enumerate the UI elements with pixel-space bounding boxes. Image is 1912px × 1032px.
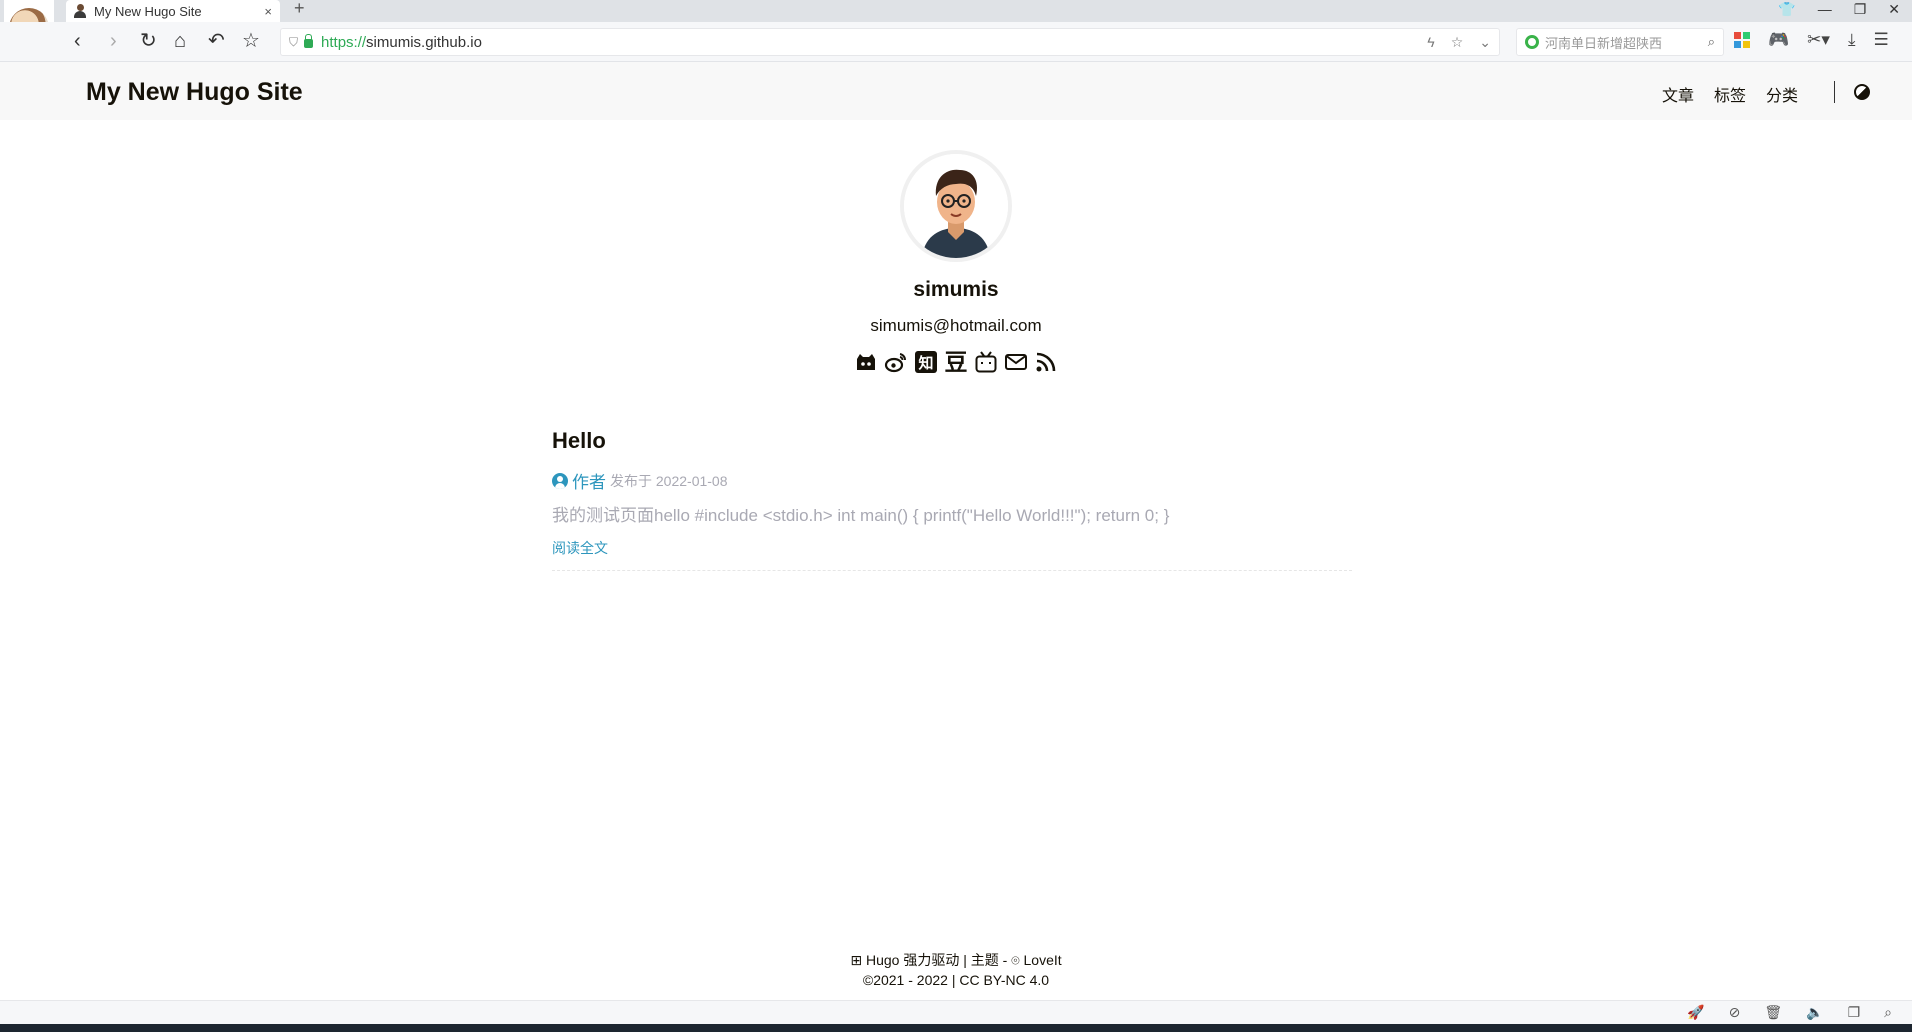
skin-icon[interactable]: 👕 [1778, 1, 1795, 18]
site-footer: ⊞ Hugo 强力驱动 | 主题 - ⌾ LoveIt ©2021 - 2022… [0, 950, 1912, 990]
browser-tabstrip: My New Hugo Site × + 👕 — ❐ ✕ [0, 0, 1912, 56]
accelerate-icon[interactable]: ⊘ [1729, 1004, 1741, 1021]
chevron-down-icon[interactable]: ⌄ [1479, 34, 1491, 51]
forward-button[interactable]: › [110, 30, 117, 52]
url-protocol: https:// [321, 33, 367, 51]
footer-copyright-line: ©2021 - 2022 | CC BY-NC 4.0 [0, 970, 1912, 990]
menu-item-posts[interactable]: 文章 [1662, 82, 1694, 106]
douban-icon[interactable]: 豆 [944, 350, 968, 374]
menu-divider [1834, 81, 1835, 103]
browser-tab-active[interactable]: My New Hugo Site × [66, 0, 280, 22]
theme-switch-icon[interactable] [1854, 84, 1870, 100]
download-icon[interactable]: ⤓ [1848, 30, 1856, 50]
weibo-icon[interactable] [884, 350, 908, 374]
apps-grid-icon[interactable] [1734, 32, 1750, 48]
zhihu-icon[interactable]: 知 [914, 350, 938, 374]
theme-prefix: 主题 - [970, 952, 1008, 968]
post-title[interactable]: Hello [552, 428, 1352, 454]
site-menu: 文章 标签 分类 [1662, 82, 1798, 106]
post-summary-text: 我的测试页面hello #include <stdio.h> int main(… [552, 506, 1170, 525]
search-input[interactable]: 河南单日新增超陕西 ⌕ [1516, 28, 1724, 56]
bookmark-star-button[interactable]: ☆ [242, 30, 260, 52]
menu-item-tags[interactable]: 标签 [1714, 82, 1746, 106]
close-window-button[interactable]: ✕ [1888, 1, 1900, 18]
game-icon[interactable]: 🎮 [1768, 30, 1789, 50]
copyright-years: 2021 - 2022 [873, 972, 948, 988]
douban-glyph: 豆 [944, 349, 968, 375]
author-link[interactable]: 作者 [552, 468, 606, 493]
address-tools: ϟ ☆ ⌄ [1427, 34, 1491, 51]
rocket-icon[interactable]: 🚀 [1687, 1004, 1704, 1021]
minimize-button[interactable]: — [1818, 1, 1832, 17]
avatar [900, 150, 1012, 262]
menu-item-categories[interactable]: 分类 [1766, 82, 1798, 106]
copyright-icon: © [862, 972, 874, 988]
site-title[interactable]: My New Hugo Site [86, 78, 303, 107]
zhihu-glyph: 知 [915, 351, 937, 373]
undo-close-button[interactable]: ↶ [208, 30, 225, 52]
profile-email: simumis@hotmail.com [870, 316, 1042, 335]
lightning-icon[interactable]: ϟ [1427, 34, 1434, 51]
footer-separator-2: | [951, 972, 956, 988]
scissors-icon[interactable]: ✂▾ [1807, 30, 1830, 50]
hugo-link[interactable]: Hugo 强力驱动 [866, 952, 959, 968]
url-host: simumis.github.io [366, 33, 482, 51]
search-icon[interactable]: ⌕ [1708, 34, 1715, 50]
favorite-star-icon[interactable]: ☆ [1451, 34, 1464, 51]
back-button[interactable]: ‹ [74, 30, 81, 52]
profile-name: simumis [913, 278, 999, 301]
tab-title: My New Hugo Site [94, 3, 202, 19]
status-icons: 🚀 ⊘ 🗑 🔈 ❐ ⌕ [1687, 1004, 1892, 1021]
rss-icon[interactable] [1034, 350, 1058, 374]
window-icon[interactable]: ❐ [1848, 1004, 1861, 1021]
published-prefix: 发布于 [610, 472, 652, 489]
browser-toolbar: ‹ › ↻ ⌂ ↶ ☆ ⛉ https://simumis.github.io … [0, 22, 1912, 62]
avatar-illustration [904, 154, 1008, 258]
browser-statusbar: 🚀 ⊘ 🗑 🔈 ❐ ⌕ [0, 1000, 1912, 1024]
tab-favicon-icon [74, 4, 86, 18]
github-icon[interactable] [854, 350, 878, 374]
search-placeholder: 河南单日新增超陕西 [1545, 35, 1663, 51]
hugo-icon: ⊞ [850, 952, 863, 968]
post-summary-card: Hello 作者 发布于 2022-01-08 我的测试页面hello #inc… [552, 428, 1352, 571]
address-bar[interactable]: ⛉ https://simumis.github.io ϟ ☆ ⌄ [280, 28, 1500, 56]
window-controls: 👕 — ❐ ✕ [1778, 0, 1900, 18]
bilibili-icon[interactable] [974, 350, 998, 374]
trash-icon[interactable]: 🗑 [1764, 1004, 1782, 1021]
tab-close-icon[interactable]: × [264, 4, 272, 19]
os-taskbar [0, 1024, 1912, 1032]
home-profile: simumis simumis@hotmail.com 知 豆 [0, 150, 1912, 374]
license-link[interactable]: CC BY-NC 4.0 [959, 972, 1049, 988]
theme-icon: ⌾ [1011, 952, 1020, 968]
footer-separator: | [963, 952, 967, 968]
lock-icon [304, 33, 314, 48]
home-button[interactable]: ⌂ [174, 30, 186, 52]
restore-button[interactable]: ❐ [1854, 1, 1867, 18]
footer-powered-line: ⊞ Hugo 强力驱动 | 主题 - ⌾ LoveIt [0, 950, 1912, 970]
extension-toolbar: 🎮 ✂▾ ⤓ ☰ [1734, 30, 1889, 50]
zoom-icon[interactable]: ⌕ [1884, 1004, 1892, 1021]
search-engine-icon [1525, 35, 1539, 49]
post-divider [552, 570, 1352, 571]
security-shield-icon[interactable]: ⛉ [289, 35, 298, 50]
reload-button[interactable]: ↻ [140, 30, 157, 52]
post-meta: 作者 发布于 2022-01-08 [552, 468, 1352, 493]
user-circle-icon [552, 472, 568, 489]
theme-link[interactable]: LoveIt [1024, 952, 1062, 968]
author-name: 作者 [572, 473, 606, 492]
site-header: My New Hugo Site 文章 标签 分类 [0, 62, 1912, 120]
read-more-link[interactable]: 阅读全文 [552, 538, 608, 558]
post-date: 2022-01-08 [655, 472, 728, 489]
email-icon[interactable] [1004, 350, 1028, 374]
social-links: 知 豆 [0, 350, 1912, 374]
new-tab-button[interactable]: + [294, 0, 305, 19]
volume-icon[interactable]: 🔈 [1806, 1004, 1823, 1021]
menu-icon[interactable]: ☰ [1873, 30, 1888, 50]
